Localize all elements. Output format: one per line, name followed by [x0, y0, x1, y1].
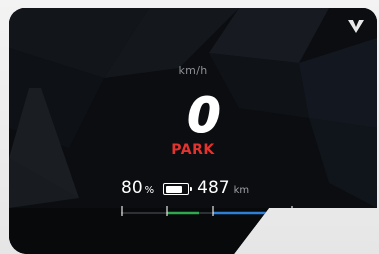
state-of-charge-unit: %	[144, 185, 155, 196]
power-scale	[121, 206, 293, 216]
energy-status: 80 % 487 km	[121, 178, 249, 200]
battery-level-fill	[165, 185, 182, 193]
speed-readout: 0	[187, 92, 221, 138]
speed-unit-label: km/h	[178, 64, 208, 77]
battery-terminal	[189, 186, 193, 191]
instrument-cluster-frame: km/h 0 PARK 80 % 487 km	[0, 0, 379, 254]
battery-icon	[163, 183, 193, 195]
speed-value: 0	[187, 92, 220, 138]
range-unit: km	[233, 185, 250, 196]
cluster-display: km/h 0 PARK 80 % 487 km	[9, 8, 377, 254]
brand-logo-icon	[348, 20, 364, 33]
state-of-charge-value: 80	[121, 178, 143, 198]
range-value: 487	[197, 178, 230, 198]
gear-indicator: PARK	[171, 142, 215, 158]
